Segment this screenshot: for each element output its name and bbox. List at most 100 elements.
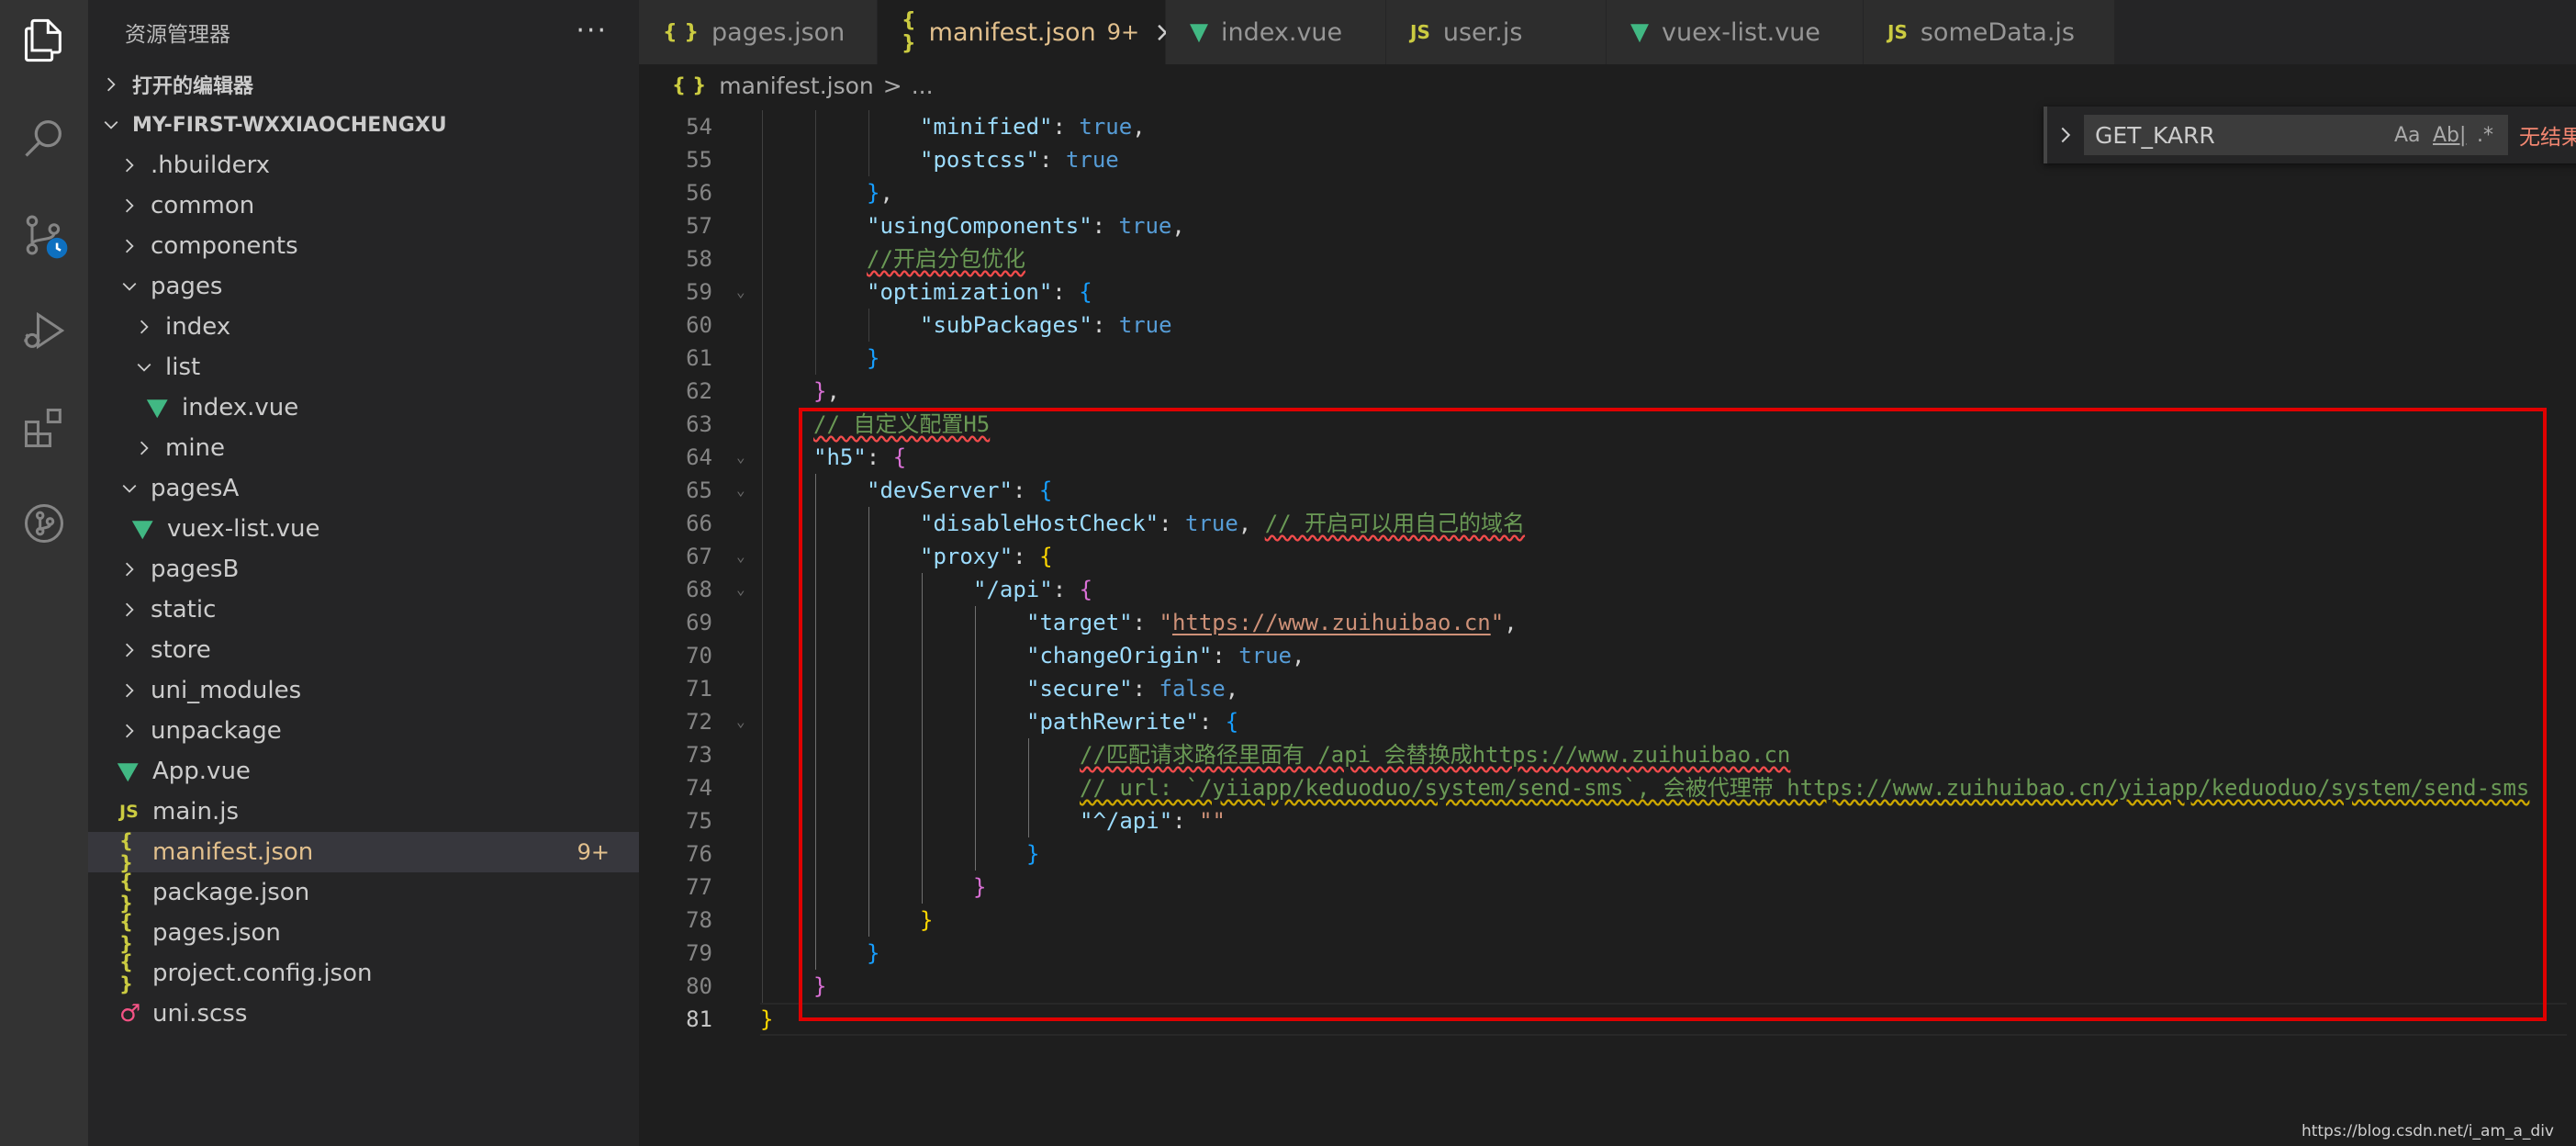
line-number: 67 — [686, 544, 712, 569]
tree-item-label: manifest.json — [152, 838, 314, 866]
line-number: 76 — [686, 841, 712, 867]
code-token: true — [1118, 213, 1172, 239]
folder-item[interactable]: unpackage — [88, 711, 639, 751]
line-number: 55 — [686, 147, 712, 173]
code-token: "optimization" — [867, 279, 1053, 305]
folder-item[interactable]: store — [88, 630, 639, 670]
extensions-icon[interactable] — [17, 400, 72, 455]
chevron-right-icon — [119, 680, 140, 701]
tab-user-js[interactable]: JS user.js — [1386, 0, 1607, 64]
fold-chevron-icon[interactable]: ⌄ — [736, 540, 745, 573]
file-item[interactable]: ▼ App.vue — [88, 751, 639, 792]
code-text: "subPackages": true — [920, 309, 1172, 342]
folder-item[interactable]: static — [88, 590, 639, 630]
file-item[interactable]: { } pages.json — [88, 911, 639, 955]
code-token: true — [1079, 114, 1133, 140]
code-token: true — [1065, 147, 1119, 173]
folder-item[interactable]: pages — [88, 266, 639, 307]
folder-item[interactable]: pagesB — [88, 549, 639, 590]
chevron-right-icon — [134, 438, 154, 458]
file-item[interactable]: { } manifest.json 9+ — [88, 830, 639, 874]
json-file-icon: { } — [119, 871, 133, 915]
run-debug-icon[interactable] — [17, 303, 72, 358]
tab-index-vue[interactable]: ▼ index.vue — [1166, 0, 1386, 64]
tab-label: someData.js — [1920, 17, 2075, 47]
folder-item[interactable]: .hbuilderx — [88, 145, 639, 185]
tab-label: index.vue — [1221, 17, 1343, 47]
tree-item-label: index.vue — [182, 394, 299, 421]
folder-item[interactable]: uni_modules — [88, 670, 639, 711]
folder-item[interactable]: mine — [88, 428, 639, 468]
vue-file-icon: ▼ — [131, 515, 153, 543]
watermark: https://blog.csdn.net/i_am_a_div — [2301, 1122, 2554, 1140]
tab-manifest-json[interactable]: { }manifest.json9+× — [878, 0, 1177, 64]
problem-count-badge: 9+ — [577, 839, 610, 865]
folder-item[interactable]: pagesA — [88, 468, 639, 509]
chevron-right-icon — [119, 155, 140, 175]
line-number: 72 — [686, 709, 712, 735]
project-section[interactable]: MY-FIRST-WXXIAOCHENGXU — [88, 105, 639, 145]
folder-item[interactable]: common — [88, 185, 639, 226]
tree-item-label: .hbuilderx — [151, 152, 271, 179]
folder-item[interactable]: components — [88, 226, 639, 266]
explorer-header: 资源管理器 ··· — [88, 0, 639, 64]
tree-item-label: vuex-list.vue — [167, 515, 320, 543]
breadcrumb-symbol[interactable]: ... — [912, 73, 934, 99]
fold-chevron-icon[interactable]: ⌄ — [736, 441, 745, 474]
toggle-replace-icon[interactable] — [2056, 126, 2084, 144]
code-line: 57 "usingComponents": true, — [639, 209, 2576, 242]
line-number: 56 — [686, 180, 712, 206]
js-file-icon: JS — [1410, 21, 1430, 43]
code-token: } — [813, 378, 827, 404]
tab-vuex-list-vue[interactable]: ▼ vuex-list.vue — [1607, 0, 1864, 64]
more-actions-icon[interactable]: ··· — [576, 15, 608, 47]
fold-chevron-icon[interactable]: ⌄ — [736, 705, 745, 738]
match-word-toggle[interactable]: Ab| — [2433, 124, 2466, 147]
fold-chevron-icon[interactable]: ⌄ — [736, 474, 745, 507]
file-item[interactable]: JS main.js — [88, 792, 639, 832]
vue-file-icon: ▼ — [146, 394, 168, 421]
source-control-icon[interactable] — [17, 208, 72, 263]
line-number: 73 — [686, 742, 712, 768]
line-number: 78 — [686, 907, 712, 933]
code-text: "postcss": true — [920, 143, 1119, 176]
code-token: true — [1118, 312, 1172, 338]
line-number: 68 — [686, 577, 712, 602]
line-number: 66 — [686, 511, 712, 536]
regex-toggle[interactable]: .* — [2477, 124, 2493, 147]
line-number: 60 — [686, 312, 712, 338]
code-line: 61} — [639, 342, 2576, 375]
search-icon[interactable] — [17, 110, 72, 165]
line-number: 59 — [686, 279, 712, 305]
fold-chevron-icon[interactable]: ⌄ — [736, 275, 745, 309]
folder-item[interactable]: index — [88, 307, 639, 347]
file-item[interactable]: ♂ uni.scss — [88, 994, 639, 1034]
line-number: 79 — [686, 940, 712, 966]
git-graph-icon[interactable] — [17, 496, 72, 551]
file-item[interactable]: { } package.json — [88, 871, 639, 915]
chevron-right-icon — [101, 74, 121, 95]
tab-label: user.js — [1442, 17, 1523, 47]
fold-chevron-icon[interactable]: ⌄ — [736, 573, 745, 606]
folder-item[interactable]: list — [88, 347, 639, 388]
find-input[interactable]: GET_KARR Aa Ab| .* — [2084, 115, 2508, 155]
breadcrumb-file[interactable]: manifest.json — [719, 73, 874, 99]
tab-pages-json[interactable]: { } pages.json — [639, 0, 878, 64]
tree-item-label: pagesA — [151, 475, 240, 502]
chevron-right-icon — [134, 317, 154, 337]
tab-somedata-js[interactable]: JS someData.js — [1864, 0, 2115, 64]
line-number: 77 — [686, 874, 712, 900]
file-item[interactable]: ▼ index.vue — [88, 388, 639, 428]
open-editors-section[interactable]: 打开的编辑器 — [88, 64, 639, 105]
match-case-toggle[interactable]: Aa — [2394, 124, 2421, 147]
tree-item-label: components — [151, 232, 298, 260]
file-item[interactable]: { } project.config.json — [88, 951, 639, 995]
file-item[interactable]: ▼ vuex-list.vue — [88, 509, 639, 549]
js-file-icon: JS — [1887, 21, 1908, 43]
line-number: 81 — [686, 1006, 712, 1032]
line-number: 62 — [686, 378, 712, 404]
tree-item-label: main.js — [152, 798, 239, 826]
explorer-icon[interactable] — [17, 13, 72, 68]
chevron-down-icon — [101, 115, 121, 135]
code-line: 56}, — [639, 176, 2576, 209]
